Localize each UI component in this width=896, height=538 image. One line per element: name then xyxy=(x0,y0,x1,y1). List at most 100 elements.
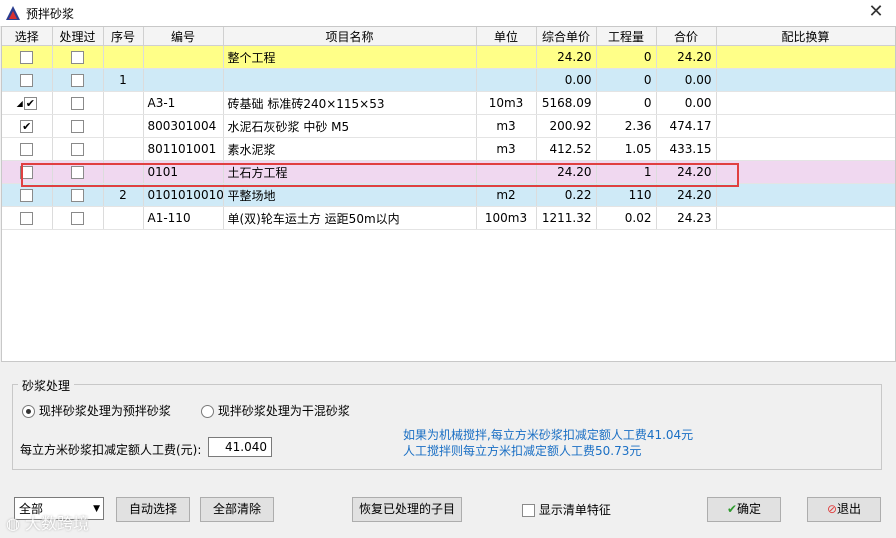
select-cell[interactable]: ✔ xyxy=(2,114,53,138)
exit-label: 退出 xyxy=(837,502,862,516)
checkbox-icon[interactable] xyxy=(71,166,84,179)
table-row[interactable]: 整个工程 24.20 0 24.20 xyxy=(2,45,895,69)
cell-qty: 0 xyxy=(596,91,657,115)
table-row[interactable]: A1-110 单(双)轮车运土方 运距50m以内 100m3 1211.32 0.02 2… xyxy=(2,206,895,230)
show-feature-label: 显示清单特征 xyxy=(538,503,611,517)
cell-unit xyxy=(476,68,537,92)
chevron-down-icon: ▼ xyxy=(93,504,100,514)
deduct-input[interactable]: 41.040 xyxy=(208,437,272,457)
table-header: 选择 处理过 序号 编号 项目名称 单位 综合单价 工程量 合价 配比换算 xyxy=(2,27,895,46)
checkbox-icon[interactable] xyxy=(20,212,34,225)
checkmark-icon: ✔ xyxy=(726,502,738,516)
table-row[interactable]: 201010100100平整场地m20.2211024.20 xyxy=(2,183,895,207)
data-grid[interactable]: 选择 处理过 序号 编号 项目名称 单位 综合单价 工程量 合价 配比换算 整个工程 24.20 0 2… xyxy=(1,26,896,362)
checkbox-icon[interactable] xyxy=(71,143,84,156)
cell-code xyxy=(143,45,224,69)
processed-cell[interactable] xyxy=(52,68,104,92)
select-cell[interactable] xyxy=(2,183,53,207)
column-header[interactable]: 处理过 xyxy=(52,27,104,46)
cell-code: 801101001 xyxy=(143,137,224,161)
cell-price: 200.92 xyxy=(536,114,597,138)
checkbox-icon[interactable] xyxy=(20,51,34,64)
cell-ratio[interactable] xyxy=(716,183,895,207)
cell-price: 5168.09 xyxy=(536,91,597,115)
cell-total: 474.17 xyxy=(656,114,717,138)
cell-unit: m2 xyxy=(476,183,537,207)
processed-cell[interactable] xyxy=(52,91,104,115)
column-header[interactable]: 工程量 xyxy=(596,27,657,46)
table-row[interactable]: 0101 土石方工程 24.20 1 24.20 xyxy=(2,160,895,184)
table-row[interactable]: ◢ ✔ A3-1 砖基础 标准砖240×115×53 10m3 5168.09 0 0.00 xyxy=(2,91,895,115)
cell-seq xyxy=(103,45,144,69)
show-feature-checkbox[interactable]: 显示清单特征 xyxy=(522,501,611,518)
processed-cell[interactable] xyxy=(52,114,104,138)
cell-unit: 100m3 xyxy=(476,206,537,230)
cell-ratio[interactable] xyxy=(716,91,895,115)
column-header[interactable]: 选择 xyxy=(2,27,53,46)
processed-cell[interactable] xyxy=(52,206,104,230)
processed-cell[interactable] xyxy=(52,45,104,69)
checkbox-icon[interactable] xyxy=(71,97,84,110)
app-logo-icon xyxy=(6,6,20,20)
cell-ratio[interactable] xyxy=(716,137,895,161)
cell-ratio[interactable] xyxy=(716,160,895,184)
select-cell[interactable] xyxy=(2,137,53,161)
radio-premix[interactable]: 现拌砂浆处理为预拌砂浆 xyxy=(22,402,171,419)
checkbox-icon[interactable] xyxy=(71,51,84,64)
select-cell[interactable] xyxy=(2,68,53,92)
cell-seq: 2 xyxy=(103,183,144,207)
checkbox-icon[interactable] xyxy=(20,166,34,179)
cell-code: 800301004 xyxy=(143,114,224,138)
cell-unit: m3 xyxy=(476,137,537,161)
close-icon[interactable]: ✕ xyxy=(864,2,888,24)
select-cell[interactable] xyxy=(2,206,53,230)
column-header[interactable]: 编号 xyxy=(143,27,224,46)
cell-code: 0101 xyxy=(143,160,224,184)
ok-button[interactable]: ✔确定 xyxy=(707,497,781,522)
processed-cell[interactable] xyxy=(52,160,104,184)
select-cell[interactable] xyxy=(2,160,53,184)
cell-total: 0.00 xyxy=(656,68,717,92)
expand-icon[interactable]: ◢ xyxy=(17,99,23,108)
select-cell[interactable] xyxy=(2,45,53,69)
exit-button[interactable]: ⊘退出 xyxy=(807,497,881,522)
checkbox-icon[interactable] xyxy=(71,212,84,225)
column-header[interactable]: 项目名称 xyxy=(223,27,477,46)
cell-ratio[interactable] xyxy=(716,114,895,138)
mortar-table: 选择 处理过 序号 编号 项目名称 单位 综合单价 工程量 合价 配比换算 整个工程 24.20 0 2… xyxy=(2,27,895,230)
restore-button[interactable]: 恢复已处理的子目 xyxy=(352,497,462,522)
checkbox-icon[interactable] xyxy=(71,74,84,87)
checkbox-icon[interactable] xyxy=(71,120,84,133)
cell-total: 433.15 xyxy=(656,137,717,161)
table-row[interactable]: ✔ 800301004 水泥石灰砂浆 中砂 M5 m3 200.92 2.36 474.17 xyxy=(2,114,895,138)
cell-total: 24.23 xyxy=(656,206,717,230)
column-header[interactable]: 单位 xyxy=(476,27,537,46)
checkbox-checked-icon[interactable]: ✔ xyxy=(20,120,34,133)
column-header[interactable]: 综合单价 xyxy=(536,27,597,46)
cell-ratio[interactable] xyxy=(716,45,895,69)
ok-label: 确定 xyxy=(737,502,762,516)
table-row[interactable]: 801101001 素水泥浆 m3 412.52 1.05 433.15 xyxy=(2,137,895,161)
column-header[interactable]: 合价 xyxy=(656,27,717,46)
table-row[interactable]: 1 0.00 0 0.00 xyxy=(2,68,895,92)
auto-select-button[interactable]: 自动选择 xyxy=(116,497,190,522)
cell-name: 平整场地 xyxy=(223,183,477,207)
mortar-group-title: 砂浆处理 xyxy=(18,377,75,394)
processed-cell[interactable] xyxy=(52,137,104,161)
checkbox-checked-icon[interactable]: ✔ xyxy=(23,97,37,110)
processed-cell[interactable] xyxy=(52,183,104,207)
cell-ratio[interactable] xyxy=(716,68,895,92)
note-mechanical: 如果为机械搅拌,每立方米砂浆扣减定额人工费41.04元 xyxy=(403,428,694,442)
column-header[interactable]: 序号 xyxy=(103,27,144,46)
checkbox-icon[interactable] xyxy=(20,143,34,156)
cell-name: 土石方工程 xyxy=(223,160,477,184)
radio-drymix[interactable]: 现拌砂浆处理为干混砂浆 xyxy=(201,402,350,419)
column-header[interactable]: 配比换算 xyxy=(716,27,895,46)
cell-ratio[interactable] xyxy=(716,206,895,230)
checkbox-icon[interactable] xyxy=(20,74,34,87)
select-cell[interactable]: ◢ ✔ xyxy=(2,91,53,115)
checkbox-icon[interactable] xyxy=(20,189,34,202)
checkbox-icon[interactable] xyxy=(71,189,84,202)
clear-all-button[interactable]: 全部清除 xyxy=(200,497,274,522)
cell-code xyxy=(143,68,224,92)
